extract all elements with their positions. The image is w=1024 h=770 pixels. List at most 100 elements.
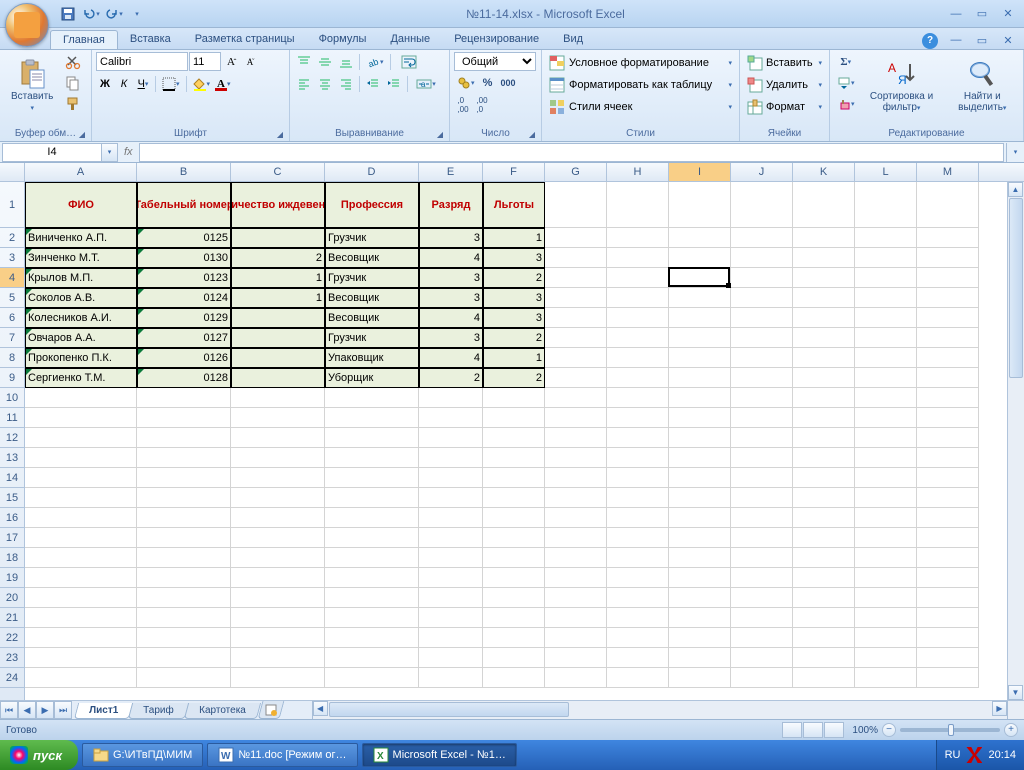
cell[interactable] <box>545 408 607 428</box>
cell[interactable] <box>731 248 793 268</box>
clock[interactable]: 20:14 <box>988 749 1016 761</box>
col-header-G[interactable]: G <box>545 163 607 181</box>
table-cell[interactable]: 1 <box>483 348 545 368</box>
table-header[interactable]: Разряд <box>419 182 483 228</box>
table-cell[interactable]: Весовщик <box>325 248 419 268</box>
cell[interactable] <box>917 448 979 468</box>
view-page-break-icon[interactable] <box>824 722 844 738</box>
cell[interactable] <box>793 408 855 428</box>
wb-restore-button[interactable]: ▭ <box>970 31 994 49</box>
table-cell[interactable] <box>231 308 325 328</box>
row-header-19[interactable]: 19 <box>0 568 24 588</box>
cell[interactable] <box>917 588 979 608</box>
cell[interactable] <box>731 408 793 428</box>
cell[interactable] <box>669 668 731 688</box>
table-cell[interactable]: 3 <box>483 248 545 268</box>
cell[interactable] <box>855 468 917 488</box>
table-cell[interactable]: Виниченко А.П. <box>25 228 137 248</box>
font-name-input[interactable] <box>96 52 188 71</box>
cell[interactable] <box>793 328 855 348</box>
decrease-indent-icon[interactable] <box>363 74 383 94</box>
cell[interactable] <box>917 288 979 308</box>
kaspersky-icon[interactable] <box>966 747 982 763</box>
cell[interactable] <box>325 488 419 508</box>
cell[interactable] <box>917 568 979 588</box>
tab-Рецензирование[interactable]: Рецензирование <box>442 30 551 49</box>
cell[interactable] <box>325 588 419 608</box>
border-icon[interactable]: ▾ <box>159 74 183 94</box>
cell[interactable] <box>855 628 917 648</box>
decrease-decimal-icon[interactable]: ,00,0 <box>473 95 491 115</box>
format-painter-icon[interactable] <box>62 94 84 114</box>
orientation-icon[interactable]: ab▾ <box>363 52 387 72</box>
row-header-15[interactable]: 15 <box>0 488 24 508</box>
cell[interactable] <box>325 648 419 668</box>
cell[interactable] <box>607 288 669 308</box>
table-cell[interactable]: Грузчик <box>325 268 419 288</box>
cell[interactable] <box>607 668 669 688</box>
cell[interactable] <box>419 628 483 648</box>
cell[interactable] <box>419 488 483 508</box>
cell[interactable] <box>855 388 917 408</box>
cell[interactable] <box>25 448 137 468</box>
cell-styles-button[interactable]: Стили ячеек▾ <box>546 96 735 117</box>
cell[interactable] <box>137 488 231 508</box>
col-header-C[interactable]: C <box>231 163 325 181</box>
cell[interactable] <box>607 248 669 268</box>
cell[interactable] <box>855 268 917 288</box>
cell[interactable] <box>607 648 669 668</box>
cell[interactable] <box>793 308 855 328</box>
row-header-16[interactable]: 16 <box>0 508 24 528</box>
cell[interactable] <box>793 288 855 308</box>
table-header[interactable]: Льготы <box>483 182 545 228</box>
cell[interactable] <box>669 448 731 468</box>
cell[interactable] <box>483 448 545 468</box>
insert-cells-button[interactable]: Вставить▾ <box>744 52 825 73</box>
cell[interactable] <box>793 268 855 288</box>
cell[interactable] <box>855 488 917 508</box>
cell[interactable] <box>325 568 419 588</box>
cell[interactable] <box>607 508 669 528</box>
col-header-J[interactable]: J <box>731 163 793 181</box>
cell[interactable] <box>855 568 917 588</box>
cell[interactable] <box>325 408 419 428</box>
cell[interactable] <box>231 648 325 668</box>
cell[interactable] <box>917 528 979 548</box>
tab-Разметка страницы[interactable]: Разметка страницы <box>183 30 307 49</box>
cell[interactable] <box>607 588 669 608</box>
col-header-B[interactable]: B <box>137 163 231 181</box>
cell[interactable] <box>855 308 917 328</box>
cell[interactable] <box>545 248 607 268</box>
wb-minimize-button[interactable]: — <box>944 31 968 49</box>
cell[interactable] <box>419 468 483 488</box>
cell[interactable] <box>917 348 979 368</box>
cell[interactable] <box>137 448 231 468</box>
row-header-3[interactable]: 3 <box>0 248 24 268</box>
cell[interactable] <box>669 228 731 248</box>
cell[interactable] <box>669 348 731 368</box>
col-header-I[interactable]: I <box>669 163 731 181</box>
cell[interactable] <box>669 608 731 628</box>
table-cell[interactable]: 4 <box>419 348 483 368</box>
table-cell[interactable]: 4 <box>419 308 483 328</box>
cell[interactable] <box>917 182 979 228</box>
cell[interactable] <box>917 508 979 528</box>
table-header[interactable]: ФИО <box>25 182 137 228</box>
name-box-dropdown[interactable]: ▾ <box>102 143 118 162</box>
col-header-L[interactable]: L <box>855 163 917 181</box>
dialog-launcher-icon[interactable]: ◢ <box>437 130 443 139</box>
cell[interactable] <box>545 268 607 288</box>
cell[interactable] <box>917 668 979 688</box>
close-button[interactable]: ✕ <box>996 5 1020 23</box>
cell[interactable] <box>917 228 979 248</box>
cell[interactable] <box>669 182 731 228</box>
cell[interactable] <box>137 528 231 548</box>
cell[interactable] <box>25 488 137 508</box>
table-header[interactable]: Табельный номер <box>137 182 231 228</box>
cell[interactable] <box>231 488 325 508</box>
cell[interactable] <box>917 628 979 648</box>
number-format-select[interactable]: Общий <box>454 52 536 71</box>
table-cell[interactable]: Уборщик <box>325 368 419 388</box>
cell[interactable] <box>25 608 137 628</box>
restore-button[interactable]: ▭ <box>970 5 994 23</box>
